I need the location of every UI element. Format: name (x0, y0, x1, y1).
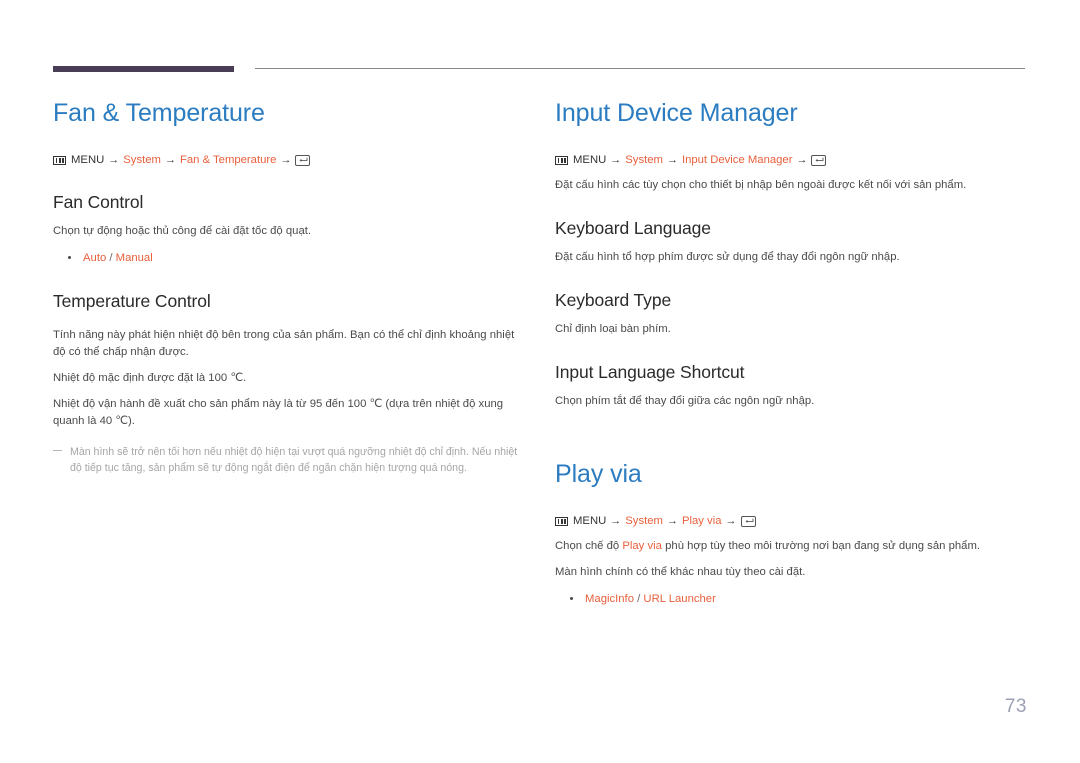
menu-path-input-device-manager: MENU → System → Input Device Manager → (555, 152, 1026, 168)
menu-grid-icon (555, 516, 568, 526)
menu-grid-icon (53, 155, 66, 165)
page-title-play-via: Play via (555, 460, 642, 488)
text-play-via-body-2: Màn hình chính có thể khác nhau tùy theo… (555, 566, 806, 578)
left-column: Fan & Temperature MENU → System → Fan & … (53, 96, 524, 476)
text-temperature-body-2: Nhiệt độ mặc định được đặt là 100 ℃. (53, 372, 247, 384)
text-play-via-body-1-before: Chọn chế độ (555, 540, 623, 552)
text-play-via-body-1: Chọn chế độ Play via phù hợp tùy theo mô… (555, 538, 1026, 555)
heading-temperature-control: Temperature Control (53, 291, 211, 311)
arrow-icon: → (610, 154, 622, 166)
menu-path-play-via: MENU → System → Play via → (555, 513, 1026, 529)
text-input-language-shortcut-body: Chọn phím tắt để thay đổi giữa các ngôn … (555, 395, 815, 407)
arrow-icon: → (666, 515, 678, 527)
text-temperature-body-3: Nhiệt độ vận hành đề xuất cho sản phẩm n… (53, 398, 504, 427)
arrow-icon: → (280, 154, 292, 166)
menu-label: MENU (71, 154, 105, 166)
note-temperature-warning: Màn hình sẽ trở nên tối hơn nếu nhiệt độ… (53, 444, 524, 476)
menu-label: MENU (573, 515, 607, 527)
text-fan-control-body: Chọn tự động hoặc thủ công để cài đặt tố… (53, 225, 312, 237)
page-number: 73 (1004, 696, 1027, 717)
arrow-icon: → (610, 515, 622, 527)
heading-fan-control: Fan Control (53, 192, 144, 212)
option-manual[interactable]: Manual (116, 252, 153, 264)
breadcrumb-system[interactable]: System (123, 152, 161, 168)
breadcrumb-input-device-manager[interactable]: Input Device Manager (682, 152, 793, 168)
right-column: Input Device Manager MENU → System → Inp… (555, 96, 1026, 608)
arrow-icon: → (666, 154, 678, 166)
page-title-fan-temperature: Fan & Temperature (53, 99, 265, 127)
option-url-launcher[interactable]: URL Launcher (643, 593, 715, 605)
menu-label: MENU (573, 154, 607, 166)
arrow-icon: → (164, 154, 176, 166)
option-auto[interactable]: Auto (83, 252, 106, 264)
arrow-icon: → (796, 154, 808, 166)
breadcrumb-system[interactable]: System (625, 152, 663, 168)
text-input-device-manager-body: Đặt cấu hình các tùy chọn cho thiết bị n… (555, 179, 967, 191)
breadcrumb-fan-temperature[interactable]: Fan & Temperature (180, 152, 277, 168)
text-keyboard-type-body: Chỉ định loại bàn phím. (555, 323, 671, 335)
enter-key-icon (295, 154, 311, 166)
page-header-rules (0, 66, 1080, 76)
list-item: MagicInfo / URL Launcher (555, 590, 1026, 608)
option-magicinfo[interactable]: MagicInfo (585, 593, 634, 605)
arrow-icon: → (108, 154, 120, 166)
text-keyboard-language-body: Đặt cấu hình tổ hợp phím được sử dụng để… (555, 251, 900, 263)
heading-input-language-shortcut: Input Language Shortcut (555, 362, 745, 382)
heading-keyboard-language: Keyboard Language (555, 218, 711, 238)
text-play-via-body-1-after: phù hợp tùy theo môi trường nơi bạn đang… (661, 540, 981, 552)
link-play-via[interactable]: Play via (622, 540, 662, 552)
text-temperature-body-1: Tính năng này phát hiện nhiệt độ bên tro… (53, 329, 515, 358)
menu-grid-icon (555, 155, 568, 165)
menu-path-fan-temperature: MENU → System → Fan & Temperature → (53, 152, 524, 168)
page-title-input-device-manager: Input Device Manager (555, 99, 798, 127)
option-separator: / (637, 593, 641, 605)
list-fan-control-options: Auto / Manual (53, 249, 524, 267)
enter-key-icon (740, 515, 756, 527)
option-separator: / (109, 252, 113, 264)
enter-key-icon (811, 154, 827, 166)
arrow-icon: → (725, 515, 737, 527)
accent-rule (53, 66, 234, 72)
thin-rule (255, 68, 1025, 69)
list-play-via-options: MagicInfo / URL Launcher (555, 590, 1026, 608)
document-page: Fan & Temperature MENU → System → Fan & … (0, 0, 1080, 763)
breadcrumb-play-via[interactable]: Play via (682, 513, 722, 529)
list-item: Auto / Manual (53, 249, 524, 267)
heading-keyboard-type: Keyboard Type (555, 290, 672, 310)
breadcrumb-system[interactable]: System (625, 513, 663, 529)
